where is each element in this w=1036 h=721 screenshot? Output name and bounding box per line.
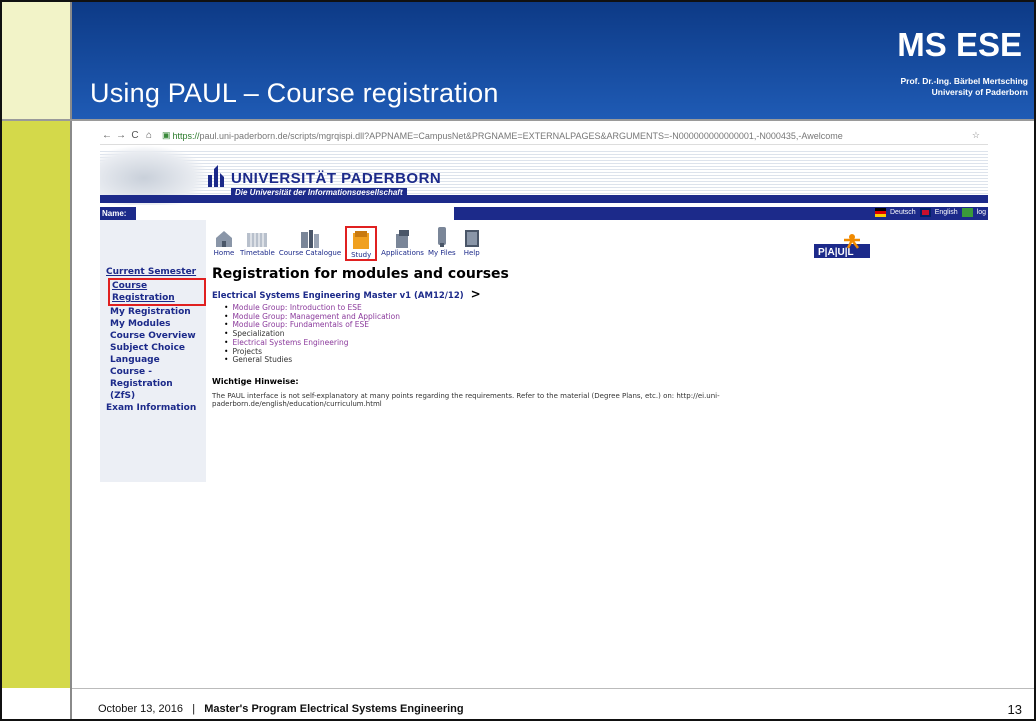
toolbar-applications[interactable]: Applications <box>381 226 424 261</box>
banner-band <box>100 195 988 203</box>
paul-logo-icon: P|A|U|L <box>814 234 870 258</box>
sidebar-item-language-course[interactable]: Language Course - Registration (ZfS) <box>100 354 196 402</box>
author-block: Prof. Dr.-Ing. Bärbel Mertsching Univers… <box>900 76 1028 98</box>
toolbar-timetable[interactable]: Timetable <box>240 226 275 261</box>
german-flag-icon[interactable] <box>875 208 886 217</box>
header-divider <box>2 119 1034 121</box>
toolbar-help[interactable]: Help <box>460 226 484 261</box>
sidebar-item-subject-choice[interactable]: Subject Choice <box>100 342 206 354</box>
slide-header: Using PAUL – Course registration MS ESE … <box>72 2 1034 119</box>
list-item[interactable]: General Studies <box>224 356 400 365</box>
study-icon <box>349 228 373 250</box>
program-line: Electrical Systems Engineering Master v1… <box>212 287 481 301</box>
toolbar-study[interactable]: Study <box>345 226 378 261</box>
language-switcher: Deutsch English log <box>875 208 986 217</box>
name-label: Name: <box>102 209 127 218</box>
home-icon[interactable]: ⌂ <box>142 130 156 141</box>
main-content: Home Timetable Course Catalogue Study Ap… <box>206 220 988 482</box>
sidebar-item-my-registration[interactable]: My Registration <box>100 306 206 318</box>
toolbar-label: Study <box>351 251 372 259</box>
sidebar-item-course-overview[interactable]: Course Overview <box>100 330 206 342</box>
program-arrow-icon[interactable]: > <box>471 287 481 301</box>
notes-heading: Wichtige Hinweise: <box>212 377 299 386</box>
toolbar: Home Timetable Course Catalogue Study Ap… <box>212 226 484 261</box>
bookmark-star-icon[interactable]: ☆ <box>972 130 980 141</box>
footer-date: October 13, 2016 <box>98 703 184 715</box>
institution-name: University of Paderborn <box>931 87 1028 97</box>
forward-arrow-icon[interactable]: → <box>114 130 128 141</box>
reload-icon[interactable]: C <box>128 130 142 141</box>
timetable-icon <box>245 226 269 248</box>
name-bar: Name: Deutsch English log <box>100 207 988 220</box>
notes-text: The PAUL interface is not self-explanato… <box>212 392 720 408</box>
program-link[interactable]: Electrical Systems Engineering Master v1… <box>212 291 464 301</box>
toolbar-label: Timetable <box>240 249 275 257</box>
url-text[interactable]: paul.uni-paderborn.de/scripts/mgrqispi.d… <box>200 131 900 141</box>
toolbar-label: Home <box>213 249 235 257</box>
house-icon <box>212 226 236 248</box>
sidebar: Current Semester Course Registration My … <box>100 220 206 482</box>
toolbar-label: Help <box>463 249 480 257</box>
footer-divider <box>72 688 1034 689</box>
left-column-top <box>2 2 70 119</box>
logout-icon[interactable] <box>961 208 973 217</box>
applications-icon <box>391 226 415 248</box>
toolbar-label: Applications <box>381 249 424 257</box>
back-arrow-icon[interactable]: ← <box>100 130 114 141</box>
brand-label: MS ESE <box>897 26 1022 63</box>
help-book-icon <box>460 226 484 248</box>
url-scheme: https:// <box>172 130 200 141</box>
sidebar-item-course-registration[interactable]: Course Registration <box>108 278 206 306</box>
author-name: Prof. Dr.-Ing. Bärbel Mertsching <box>900 76 1028 86</box>
sidebar-item-my-modules[interactable]: My Modules <box>100 318 206 330</box>
university-logo-icon <box>208 165 224 187</box>
footer-separator: | <box>192 703 196 715</box>
toolbar-my-files[interactable]: My Files <box>428 226 456 261</box>
toolbar-label: My Files <box>427 249 456 257</box>
slide-title: Using PAUL – Course registration <box>90 78 499 108</box>
footer-program: Master's Program Electrical Systems Engi… <box>204 703 464 715</box>
browser-screenshot: ← → C ⌂ ▣ https:// paul.uni-paderborn.de… <box>100 127 988 489</box>
sidebar-item-exam-information[interactable]: Exam Information <box>100 402 206 414</box>
page-number: 13 <box>1007 702 1022 717</box>
slide-footer: October 13, 2016 | Master's Program Elec… <box>98 703 464 715</box>
english-flag-icon[interactable] <box>919 208 931 217</box>
toolbar-label: Course Catalogue <box>278 249 342 257</box>
left-column-bottom <box>2 688 70 719</box>
toolbar-course-catalogue[interactable]: Course Catalogue <box>279 226 341 261</box>
module-list: Module Group: Introduction to ESE Module… <box>224 303 400 365</box>
site-banner: UNIVERSITÄT PADERBORN Die Universität de… <box>100 145 988 215</box>
browser-url-bar[interactable]: ← → C ⌂ ▣ https:// paul.uni-paderborn.de… <box>100 127 988 145</box>
university-name: UNIVERSITÄT PADERBORN <box>231 170 442 187</box>
lock-icon: ▣ <box>162 130 171 140</box>
sidebar-heading-current-semester[interactable]: Current Semester <box>100 266 206 278</box>
svg-text:P|A|U|L: P|A|U|L <box>818 247 854 258</box>
page-heading: Registration for modules and courses <box>212 266 509 282</box>
files-icon <box>430 226 454 248</box>
toolbar-home[interactable]: Home <box>212 226 236 261</box>
lang-english[interactable]: English <box>935 209 958 216</box>
left-column-accent <box>2 119 70 688</box>
catalogue-icon <box>298 226 322 248</box>
name-field[interactable] <box>136 207 454 220</box>
lang-deutsch[interactable]: Deutsch <box>890 209 916 216</box>
logout-link[interactable]: log <box>977 209 986 216</box>
